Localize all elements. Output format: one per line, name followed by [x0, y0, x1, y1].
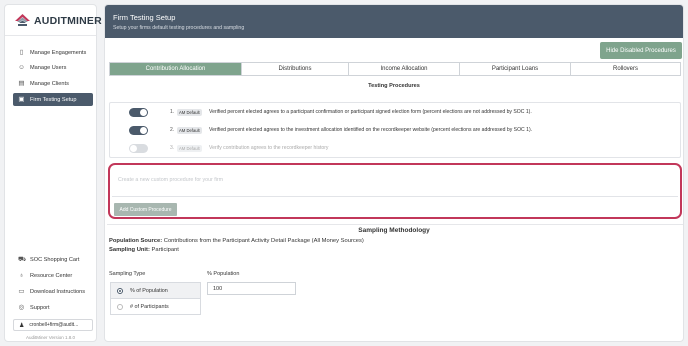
sidebar-item-manage-engagements[interactable]: ▯ Manage Engagements	[13, 46, 93, 59]
sampling-option-label: # of Participants	[130, 304, 169, 310]
tab-distributions[interactable]: Distributions	[242, 63, 349, 75]
percent-population-label: % Population	[207, 271, 240, 277]
sidebar-item-label: Resource Center	[30, 272, 73, 279]
lightbulb-icon: ♁	[19, 272, 24, 279]
sampling-option-percent-population[interactable]: % of Population	[111, 283, 200, 299]
sampling-type-options: % of Population # of Participants	[110, 282, 201, 315]
sidebar-item-label: SOC Shopping Cart	[30, 256, 80, 263]
am-default-badge: AM Default	[177, 126, 202, 134]
section-divider	[107, 224, 683, 225]
logo-icon	[15, 14, 30, 26]
new-procedure-input[interactable]: Create a new custom procedure for your f…	[112, 167, 678, 197]
population-source-value: Contributions from the Participant Activ…	[163, 238, 364, 244]
sidebar-item-resource-center[interactable]: ♁ Resource Center	[13, 269, 93, 282]
sidebar-item-download-instructions[interactable]: ▭ Download Instructions	[13, 285, 93, 298]
radio-unselected-icon[interactable]	[117, 304, 123, 310]
procedure-text: Verify contribution agrees to the record…	[209, 145, 329, 151]
sampling-unit: Sampling Unit: Participant	[109, 247, 179, 253]
sidebar-item-soc-shopping-cart[interactable]: ⛟ SOC Shopping Cart	[13, 253, 93, 266]
population-source-label: Population Source:	[109, 238, 163, 244]
sidebar-item-support[interactable]: ◎ Support	[13, 301, 93, 314]
procedures-list: 1. AM Default Verified percent elected a…	[109, 102, 681, 158]
tab-participant-loans[interactable]: Participant Loans	[460, 63, 571, 75]
sidebar-item-manage-users[interactable]: ☺ Manage Users	[13, 61, 93, 74]
users-icon: ☺	[18, 64, 25, 71]
add-custom-procedure-button[interactable]: Add Custom Procedure	[114, 203, 177, 216]
procedure-toggle[interactable]	[129, 143, 148, 153]
sampling-option-number-participants[interactable]: # of Participants	[111, 299, 200, 315]
tab-rollovers[interactable]: Rollovers	[571, 63, 680, 75]
procedure-text: Verified percent elected agrees to a par…	[209, 109, 532, 115]
sampling-unit-value: Participant	[151, 247, 179, 253]
population-source: Population Source: Contributions from th…	[109, 238, 364, 244]
cart-icon: ⛟	[18, 256, 27, 263]
app-version: AuditMiner Version 1.8.0	[25, 335, 76, 340]
procedure-number: 3.	[170, 145, 175, 151]
sidebar-item-label: Download Instructions	[30, 288, 86, 295]
tab-income-allocation[interactable]: Income Allocation	[349, 63, 460, 75]
tab-contribution-allocation[interactable]: Contribution Allocation	[110, 63, 242, 75]
support-icon: ◎	[18, 304, 25, 311]
am-default-badge: AM Default	[177, 144, 202, 152]
sidebar-item-manage-clients[interactable]: ▤ Manage Clients	[13, 77, 93, 90]
procedure-toggle[interactable]	[129, 125, 148, 135]
sidebar-item-label: Manage Clients	[30, 80, 69, 87]
testing-procedures-title: Testing Procedures	[368, 83, 420, 89]
sampling-unit-label: Sampling Unit:	[109, 247, 150, 253]
hide-disabled-procedures-button[interactable]: Hide Disabled Procedures	[600, 42, 682, 59]
main-panel: Firm Testing Setup Setup your firms defa…	[104, 4, 684, 342]
procedure-number: 2.	[170, 127, 175, 133]
sidebar-item-firm-testing-setup[interactable]: ▣ Firm Testing Setup	[13, 93, 93, 106]
procedure-tabs: Contribution Allocation Distributions In…	[109, 62, 681, 76]
page-title: Firm Testing Setup	[113, 13, 176, 22]
procedure-row: 1. AM Default Verified percent elected a…	[110, 103, 680, 121]
sidebar-item-label: Firm Testing Setup	[30, 96, 77, 103]
clients-icon: ▤	[18, 80, 25, 87]
sidebar-item-label: Manage Users	[30, 64, 67, 71]
sidebar: AUDITMINER ▯ Manage Engagements ☺ Manage…	[4, 4, 102, 342]
radio-selected-icon[interactable]	[117, 287, 123, 294]
sidebar-divider	[5, 35, 96, 36]
sidebar-item-label: Manage Engagements	[30, 49, 87, 56]
sampling-type-label: Sampling Type	[109, 271, 146, 277]
page-header: Firm Testing Setup Setup your firms defa…	[105, 5, 683, 38]
download-icon: ▭	[18, 288, 25, 295]
app-logo[interactable]: AUDITMINER	[15, 14, 102, 27]
user-menu[interactable]: ♟ cronbell+firm@audit...	[13, 319, 93, 331]
sidebar-item-label: Support	[30, 304, 50, 311]
percent-population-input[interactable]: 100	[207, 282, 296, 295]
procedure-row: 2. AM Default Verified percent elected a…	[110, 121, 680, 139]
page-subtitle: Setup your firms default testing procedu…	[113, 25, 245, 31]
sampling-methodology-title: Sampling Methodology	[358, 227, 430, 234]
procedure-text: Verified percent elected agrees to the i…	[209, 127, 533, 133]
settings-icon: ▣	[18, 96, 25, 103]
procedure-toggle[interactable]	[129, 107, 148, 117]
procedure-row: 3. AM Default Verify contribution agrees…	[110, 139, 680, 157]
user-icon: ♟	[19, 322, 25, 329]
app-name: AUDITMINER	[34, 14, 102, 27]
document-icon: ▯	[19, 49, 24, 56]
am-default-badge: AM Default	[177, 108, 202, 116]
new-procedure-section: Create a new custom procedure for your f…	[108, 163, 682, 219]
user-email: cronbell+firm@audit...	[29, 322, 79, 328]
sampling-option-label: % of Population	[130, 287, 168, 294]
procedure-number: 1.	[170, 109, 175, 115]
